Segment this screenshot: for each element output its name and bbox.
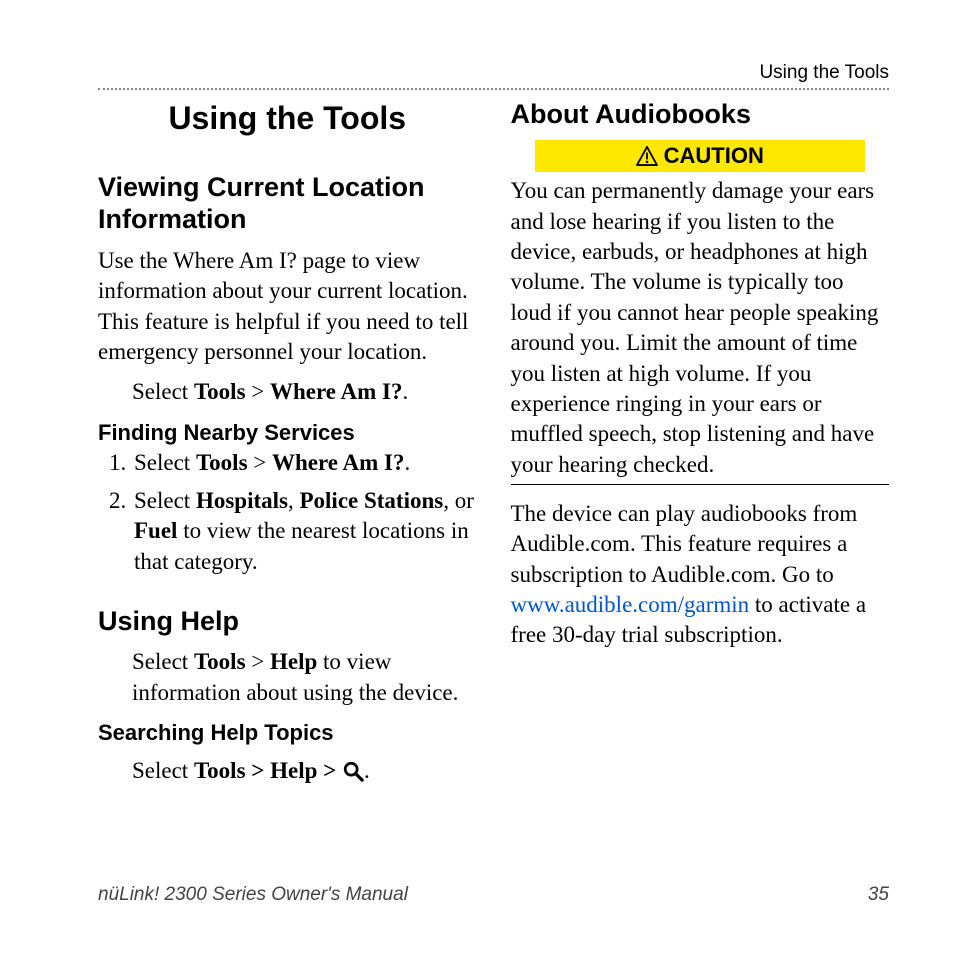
- text: to view the nearest locations in that ca…: [134, 518, 469, 573]
- text: Select: [134, 488, 196, 513]
- search-icon: [342, 760, 364, 782]
- search-help-line: Select Tools > Help > .: [98, 756, 477, 786]
- caution-block: CAUTION You can permanently damage your …: [511, 140, 890, 485]
- text: >: [248, 450, 272, 475]
- bold-hospitals: Hospitals: [196, 488, 288, 513]
- caution-text: You can permanently damage your ears and…: [511, 176, 890, 480]
- text: .: [402, 379, 408, 404]
- text: .: [404, 450, 410, 475]
- bold-where-am-i: Where Am I?: [270, 379, 402, 404]
- nearby-services-list: Select Tools > Where Am I?. Select Hospi…: [98, 448, 477, 577]
- warning-icon: [636, 146, 658, 166]
- footer-manual-title: nüLink! 2300 Series Owner's Manual: [98, 884, 408, 906]
- footer-page-number: 35: [868, 884, 889, 906]
- subsection-heading-search-help: Searching Help Topics: [98, 720, 477, 746]
- caution-label: CAUTION: [664, 143, 764, 169]
- two-column-layout: Using the Tools Viewing Current Location…: [98, 98, 889, 786]
- list-item: Select Hospitals, Police Stations, or Fu…: [132, 486, 477, 577]
- text: The device can play audiobooks from Audi…: [511, 501, 858, 587]
- help-paragraph: Select Tools > Help to view information …: [98, 647, 477, 708]
- page-title: Using the Tools: [98, 100, 477, 137]
- section-heading-help: Using Help: [98, 605, 477, 637]
- bold-tools-help: Tools > Help >: [194, 758, 342, 783]
- text: >: [246, 649, 270, 674]
- bold-police: Police Stations: [299, 488, 443, 513]
- text: , or: [443, 488, 474, 513]
- text: Select: [134, 450, 196, 475]
- text: ,: [288, 488, 300, 513]
- bold-tools: Tools: [194, 379, 246, 404]
- bold-tools: Tools: [194, 649, 246, 674]
- text: .: [364, 758, 370, 783]
- running-head: Using the Tools: [98, 62, 889, 88]
- bold-help: Help: [270, 649, 317, 674]
- text: >: [246, 379, 270, 404]
- text: Select: [132, 379, 194, 404]
- caution-bar: CAUTION: [535, 140, 865, 172]
- text: Select: [132, 649, 194, 674]
- subsection-heading-nearby: Finding Nearby Services: [98, 420, 477, 446]
- bold-where-am-i: Where Am I?: [272, 450, 404, 475]
- bold-fuel: Fuel: [134, 518, 177, 543]
- page: Using the Tools Using the Tools Viewing …: [0, 0, 954, 826]
- bold-tools: Tools: [196, 450, 248, 475]
- audible-link[interactable]: www.audible.com/garmin: [511, 592, 750, 617]
- section-heading-location: Viewing Current Location Information: [98, 171, 477, 236]
- header-rule: [98, 88, 889, 90]
- text: Select: [132, 758, 194, 783]
- location-step: Select Tools > Where Am I?.: [98, 377, 477, 407]
- list-item: Select Tools > Where Am I?.: [132, 448, 477, 478]
- location-paragraph: Use the Where Am I? page to view informa…: [98, 246, 477, 367]
- right-column: About Audiobooks CAUTION You can permane…: [511, 98, 890, 786]
- audiobooks-paragraph: The device can play audiobooks from Audi…: [511, 499, 890, 651]
- left-column: Using the Tools Viewing Current Location…: [98, 98, 477, 786]
- page-footer: nüLink! 2300 Series Owner's Manual 35: [98, 884, 889, 906]
- section-heading-audiobooks: About Audiobooks: [511, 98, 890, 130]
